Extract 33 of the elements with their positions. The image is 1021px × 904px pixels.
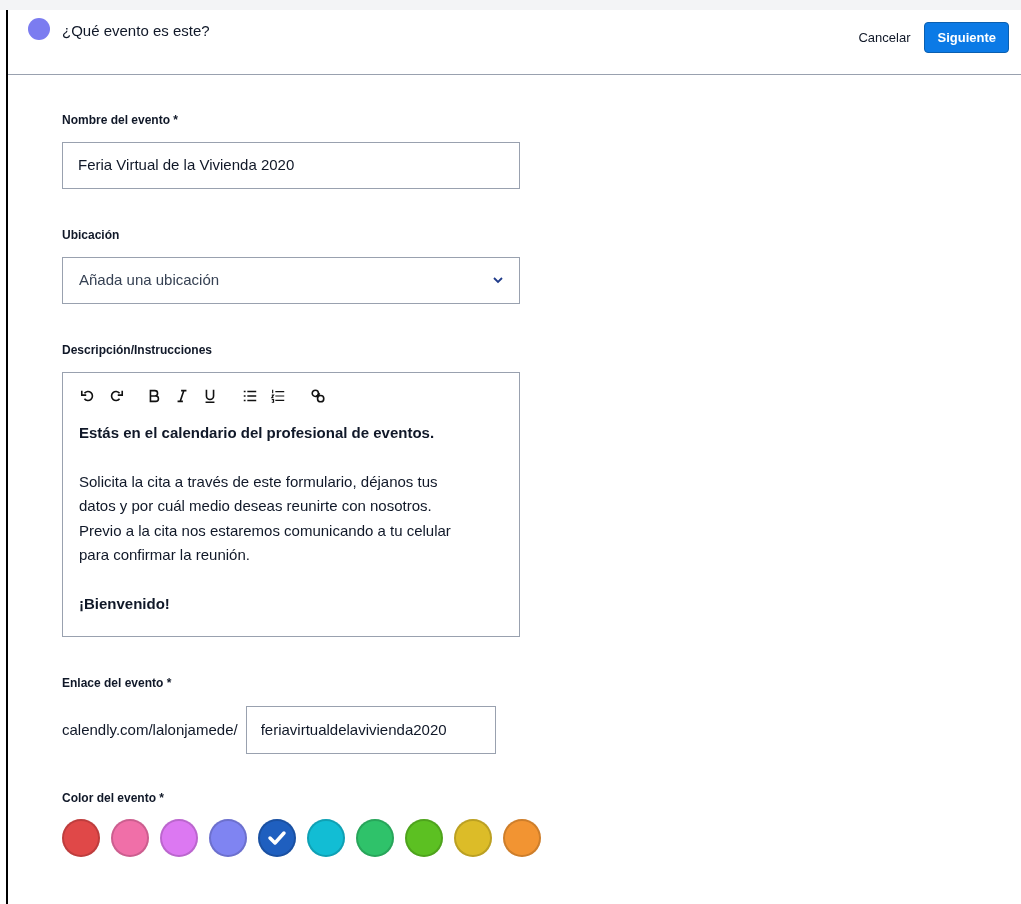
event-link-field[interactable]: feriavirtualdelavivienda2020 [245,706,496,754]
page-title: ¿Qué evento es este? [62,21,210,41]
description-paragraph: Estás en el calendario del profesional de eventos. [79,423,436,443]
field-label: Ubicación [62,227,121,244]
numbered-list-icon[interactable] [269,387,287,405]
field-label: Enlace del evento * [62,675,173,692]
location-dropdown[interactable]: Añada una ubicación [62,257,520,304]
cancel-button[interactable]: Cancelar [858,27,911,48]
color-swatch-selected[interactable] [258,819,296,857]
field-label: Color del evento * [62,790,166,807]
link-prefix: calendly.com/lalonjamede/ [62,719,238,740]
event-name-input[interactable]: Feria Virtual de la Vivienda 2020 [78,154,504,177]
description-paragraph: Solicita la cita a través de este formulario, déjanos tus datos y por cuál medio deseas reunirte con nosotros. Previo a la cita nos estaremos comunicando a tu celular para confirmar la reunión. [79,471,452,565]
color-swatch[interactable] [209,819,247,857]
color-swatch[interactable] [111,819,149,857]
link-icon[interactable] [309,387,327,405]
field-label: Descripción/Instrucciones [62,342,214,359]
color-swatch[interactable] [307,819,345,857]
description-paragraph: ¡Bienvenido! [79,593,171,614]
color-swatch[interactable] [454,819,492,857]
color-swatch[interactable] [405,819,443,857]
next-button[interactable]: Siguiente [924,22,1009,53]
checkmark-icon [267,830,287,846]
chevron-down-icon [493,277,503,284]
event-link-input[interactable]: feriavirtualdelavivienda2020 [260,718,481,742]
event-name-field[interactable]: Feria Virtual de la Vivienda 2020 [62,142,520,189]
color-swatch[interactable] [356,819,394,857]
color-swatch[interactable] [160,819,198,857]
description-editor[interactable] [62,372,520,637]
color-swatch[interactable] [503,819,541,857]
location-placeholder: Añada una ubicación [79,270,220,291]
color-swatch[interactable] [62,819,100,857]
field-label: Nombre del evento * [62,112,180,129]
